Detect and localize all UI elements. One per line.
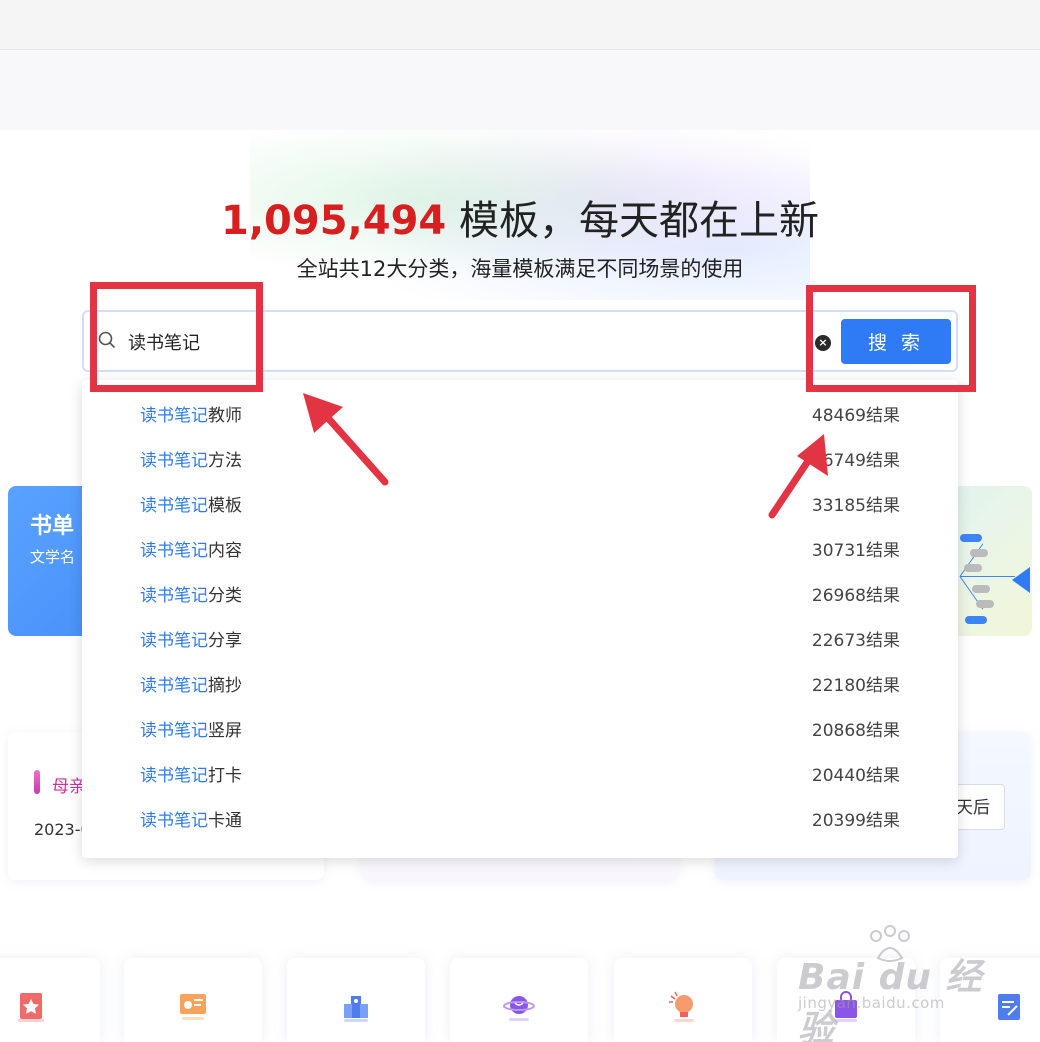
hero-title-text: 模板，每天都在上新 xyxy=(446,198,819,244)
suggestion-item[interactable]: 读书笔记模板 33185结果 xyxy=(82,484,958,529)
suggestion-match: 读书笔记 xyxy=(140,676,208,696)
mindmap-spine xyxy=(960,576,1015,577)
suggestion-item[interactable]: 读书笔记教师 48469结果 xyxy=(82,394,958,439)
suggestion-count: 20440结果 xyxy=(811,766,900,786)
suggestion-rest: 摘抄 xyxy=(208,676,242,696)
mindmap-node xyxy=(960,534,982,542)
suggestion-item[interactable]: 读书笔记分类 26968结果 xyxy=(82,574,958,619)
suggestion-rest: 分享 xyxy=(208,631,242,651)
suggestion-match: 读书笔记 xyxy=(140,496,208,516)
suggestion-item[interactable]: 读书笔记内容 30731结果 xyxy=(82,529,958,574)
suggestion-item[interactable]: 读书笔记摘抄 22180结果 xyxy=(82,664,958,709)
category-tile[interactable] xyxy=(614,958,752,1042)
suggestion-match: 读书笔记 xyxy=(140,541,208,561)
category-tile[interactable] xyxy=(450,958,588,1042)
baidu-jingyan-watermark: Bai du 经验 jingyan.baidu.com xyxy=(796,924,1006,1042)
lightbulb-icon xyxy=(669,991,694,1022)
site-header xyxy=(0,50,1040,130)
suggestion-rest: 打卡 xyxy=(208,766,242,786)
suggestion-match: 读书笔记 xyxy=(140,766,208,786)
bookmark-star-icon xyxy=(18,993,44,1022)
suggestion-match: 读书笔记 xyxy=(140,631,208,651)
suggestion-query: 读书笔记教师 xyxy=(140,404,242,428)
watermark-url: jingyan.baidu.com xyxy=(798,994,945,1012)
mindmap-node xyxy=(964,564,982,572)
mindmap-node xyxy=(965,616,987,624)
category-tile[interactable] xyxy=(124,958,262,1042)
suggestion-query: 读书笔记竖屏 xyxy=(140,719,242,743)
suggestion-query: 读书笔记打卡 xyxy=(140,764,242,788)
template-count: 1,095,494 xyxy=(221,198,447,244)
suggestion-count: 26968结果 xyxy=(811,586,900,606)
hero-subtitle: 全站共12大分类，海量模板满足不同场景的使用 xyxy=(296,257,744,281)
suggestion-match: 读书笔记 xyxy=(140,586,208,606)
mindmap-fish-head xyxy=(1012,567,1030,593)
suggestion-item[interactable]: 读书笔记卡通 20399结果 xyxy=(82,799,958,844)
suggestion-query: 读书笔记摘抄 xyxy=(140,674,242,698)
suggestion-item[interactable]: 读书笔记竖屏 20868结果 xyxy=(82,709,958,754)
suggestion-count: 30731结果 xyxy=(811,541,900,561)
suggestion-rest: 分类 xyxy=(208,586,242,606)
suggestion-query: 读书笔记方法 xyxy=(140,449,242,473)
category-tile[interactable] xyxy=(287,958,425,1042)
suggestion-count: 48469结果 xyxy=(811,406,900,426)
suggestion-item[interactable]: 读书笔记打卡 20440结果 xyxy=(82,754,958,799)
suggestion-query: 读书笔记模板 xyxy=(140,494,242,518)
event-accent-bar xyxy=(34,770,40,794)
suggestion-query: 读书笔记卡通 xyxy=(140,809,242,833)
suggestion-rest: 卡通 xyxy=(208,811,242,831)
countdown-pill: 天后 xyxy=(953,784,1005,830)
suggestion-rest: 模板 xyxy=(208,496,242,516)
annotation-box-input xyxy=(90,282,263,392)
suggestion-match: 读书笔记 xyxy=(140,811,208,831)
suggestion-rest: 方法 xyxy=(208,451,242,471)
annotation-box-button xyxy=(806,285,976,392)
mindmap-node xyxy=(972,585,990,593)
mindmap-node xyxy=(976,600,994,608)
suggestion-rest: 教师 xyxy=(208,406,242,426)
presenter-icon xyxy=(180,994,206,1020)
suggestion-count: 22180结果 xyxy=(811,676,900,696)
category-card-title: 书单 xyxy=(30,514,75,539)
suggestion-match: 读书笔记 xyxy=(140,721,208,741)
hero-title: 1,095,494 模板，每天都在上新 xyxy=(0,196,1040,246)
search-suggestions-dropdown: 读书笔记教师 48469结果 读书笔记方法 46749结果 读书笔记模板 33185结果读… xyxy=(82,380,958,858)
suggestion-query: 读书笔记分类 xyxy=(140,584,242,608)
suggestion-item[interactable]: 读书笔记分享 22673结果 xyxy=(82,619,958,664)
suggestion-count: 20868结果 xyxy=(811,721,900,741)
suggestion-rest: 内容 xyxy=(208,541,242,561)
suggestion-match: 读书笔记 xyxy=(140,451,208,471)
planet-icon xyxy=(503,996,535,1021)
category-card-subtitle: 文学名 xyxy=(30,548,76,566)
browser-toolbar xyxy=(0,0,1040,50)
suggestion-count: 33185结果 xyxy=(811,496,900,516)
suggestion-count: 46749结果 xyxy=(811,451,900,471)
suggestion-query: 读书笔记分享 xyxy=(140,629,242,653)
suggestion-match: 读书笔记 xyxy=(140,406,208,426)
suggestion-rest: 竖屏 xyxy=(208,721,242,741)
suggestion-query: 读书笔记内容 xyxy=(140,539,242,563)
school-building-icon xyxy=(344,996,368,1022)
suggestion-count: 20399结果 xyxy=(811,811,900,831)
mindmap-node xyxy=(970,549,988,557)
category-tile[interactable] xyxy=(0,958,100,1042)
event-tag: 母亲 xyxy=(52,777,86,797)
suggestion-count: 22673结果 xyxy=(811,631,900,651)
suggestion-item[interactable]: 读书笔记方法 46749结果 xyxy=(82,439,958,484)
